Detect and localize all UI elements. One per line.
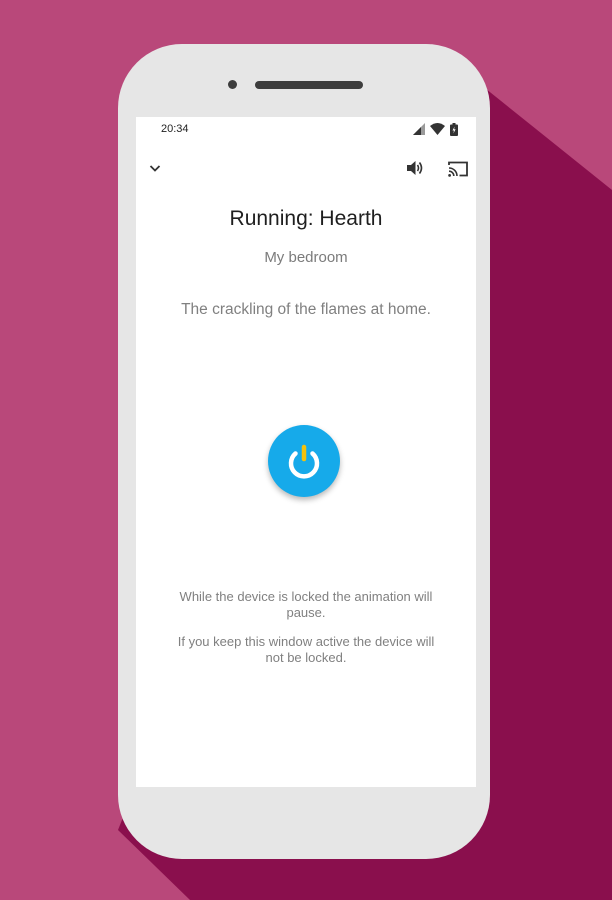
power-button[interactable]	[268, 425, 340, 497]
wifi-icon	[430, 123, 445, 135]
chevron-down-icon	[149, 165, 161, 172]
ambience-description: The crackling of the flames at home.	[181, 301, 431, 318]
battery-icon	[450, 122, 458, 136]
power-icon	[288, 444, 320, 479]
status-bar: 20:34	[136, 117, 476, 143]
signal-icon	[413, 123, 425, 135]
page-title: Running: Hearth	[229, 207, 383, 230]
status-icons	[413, 122, 458, 136]
cast-icon	[448, 161, 468, 177]
keep-active-note: If you keep this window active the devic…	[177, 634, 435, 665]
collapse-button[interactable]	[146, 159, 164, 177]
volume-button[interactable]	[404, 158, 426, 178]
room-name: My bedroom	[264, 249, 348, 266]
front-camera	[228, 80, 237, 89]
phone-screen: 20:34 Running: Hearth My bedroom The cra…	[136, 117, 476, 787]
status-time: 20:34	[161, 123, 189, 135]
earpiece-speaker	[255, 81, 363, 89]
volume-icon	[407, 161, 423, 175]
lock-pause-note: While the device is locked the animation…	[179, 589, 433, 620]
cast-button[interactable]	[447, 159, 469, 179]
